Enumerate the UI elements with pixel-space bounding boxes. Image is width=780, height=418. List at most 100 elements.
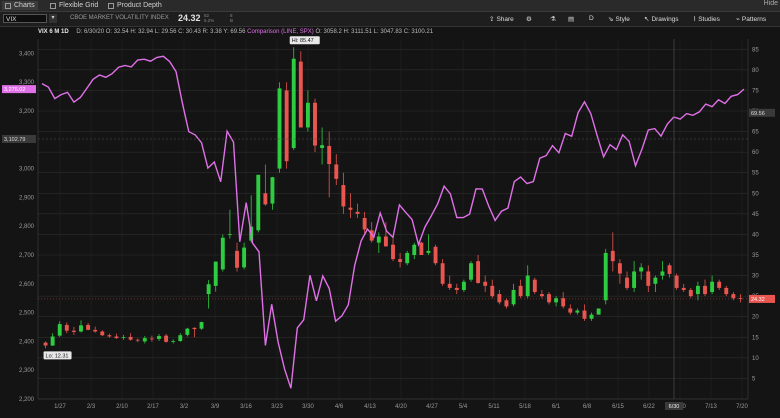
tab-product-depth-label: Product Depth <box>117 2 162 9</box>
drawings-button[interactable]: ↖ Drawings <box>644 15 679 24</box>
comparison-label: Comparison (LINE, SPX) <box>247 29 314 35</box>
x-axis-tick: 6/1 <box>552 404 561 410</box>
bid-label: B <box>230 18 234 23</box>
chart-area[interactable]: 8580757065605550454035302520151053,4003,… <box>0 27 780 413</box>
style-button[interactable]: ⇘ Style <box>608 15 630 24</box>
candle-body <box>589 314 594 319</box>
candle-body <box>447 283 452 288</box>
hide-button[interactable]: Hide <box>764 0 778 7</box>
candle-body <box>646 271 651 286</box>
candle-body <box>568 308 573 313</box>
candle-body <box>632 271 637 288</box>
candle-body <box>476 261 481 283</box>
chart-svg[interactable]: 8580757065605550454035302520151053,4003,… <box>0 27 780 413</box>
left-axis-tick: 3,000 <box>19 167 35 173</box>
x-axis-tick: 3/23 <box>271 404 283 410</box>
candle-body <box>71 330 76 332</box>
left-axis-tick: 2,600 <box>19 282 35 288</box>
share-button[interactable]: ⇪ Share <box>489 15 514 24</box>
style-icon: ⇘ <box>608 16 614 23</box>
candle-body <box>57 324 62 336</box>
studies-button[interactable]: ⌇ Studies <box>693 15 720 24</box>
candle-body <box>440 263 445 284</box>
candle-body <box>731 294 736 299</box>
candle-body <box>575 310 580 313</box>
candle-body <box>93 329 98 332</box>
right-axis-tick: 45 <box>752 212 759 218</box>
candle-body <box>376 236 381 243</box>
candle-body <box>305 102 310 128</box>
right-axis-tick: 85 <box>752 47 759 53</box>
left-axis-tick: 3,200 <box>19 109 35 115</box>
candle-body <box>270 177 275 204</box>
left-axis-tick: 2,700 <box>19 253 35 259</box>
x-axis-tick: 2/17 <box>147 404 159 410</box>
patterns-button[interactable]: ⌁ Patterns <box>736 15 766 24</box>
left-axis-tick: 2,800 <box>19 224 35 230</box>
header-date: D: 6/30/20 <box>76 29 105 35</box>
x-axis-tick: 6/8 <box>583 404 592 410</box>
aggregation-button[interactable]: D <box>589 15 594 22</box>
candle-body <box>213 261 218 286</box>
chart-toolbar: VIX ▾ CBOE MARKET VOLATILITY INDEX 24.32… <box>0 12 780 27</box>
candle-body <box>639 267 644 272</box>
tab-flexible-grid[interactable]: Flexible Grid <box>50 1 98 10</box>
left-axis-tick: 2,900 <box>19 195 35 201</box>
candle-body <box>461 281 466 290</box>
studies-flask-button[interactable]: ⚗ <box>550 15 556 23</box>
share-icon: ⇪ <box>489 16 495 23</box>
tab-charts[interactable]: Charts <box>2 1 38 10</box>
candle-body <box>178 335 183 341</box>
x-axis-tick: 3/9 <box>211 404 220 410</box>
candle-body <box>157 336 161 339</box>
right-axis-tick: 65 <box>752 130 759 136</box>
left-cursor-label: 3,102.79 <box>4 137 25 143</box>
x-axis-tick: 4/13 <box>364 404 376 410</box>
right-axis-tick: 75 <box>752 88 759 94</box>
x-axis-tick: 6/15 <box>612 404 624 410</box>
x-axis-tick: 2/3 <box>87 404 96 410</box>
candle-body <box>298 61 303 128</box>
candle-body <box>86 324 91 330</box>
candle-body <box>483 281 488 286</box>
candle-body <box>362 217 367 230</box>
candle-body <box>653 277 658 284</box>
candle-body <box>291 58 296 149</box>
print-button[interactable]: ▤ <box>568 15 574 23</box>
x-axis-tick: 4/6 <box>335 404 344 410</box>
x-axis-tick: 3/30 <box>302 404 314 410</box>
last-price-label: 24.32 <box>751 297 765 303</box>
candle-body <box>79 325 83 332</box>
x-axis-tick: 3/16 <box>240 404 252 410</box>
symbol-input[interactable]: VIX <box>3 14 47 23</box>
candle-body <box>603 252 608 301</box>
candle-body <box>398 259 403 262</box>
candle-body <box>695 285 700 295</box>
candle-body <box>625 277 629 288</box>
patterns-icon: ⌁ <box>736 16 740 23</box>
candle-body <box>511 289 516 305</box>
candle-body <box>688 289 693 297</box>
right-cursor-label: 69.56 <box>751 111 765 117</box>
candle-body <box>171 340 176 342</box>
settings-button[interactable]: ⚙ <box>526 15 532 23</box>
candle-body <box>610 250 615 262</box>
x-axis-tick: 1/27 <box>54 404 66 410</box>
candle-body <box>539 294 544 297</box>
candle-body <box>107 335 112 337</box>
candle-body <box>220 237 225 270</box>
symbol-dropdown-button[interactable]: ▾ <box>49 14 57 23</box>
candle-body <box>284 90 289 162</box>
left-axis-tick: 2,200 <box>19 397 35 403</box>
x-axis-tick: 7/20 <box>736 404 748 410</box>
candle-body <box>582 310 587 319</box>
x-axis-tick: 5/18 <box>519 404 531 410</box>
candle-body <box>454 287 459 290</box>
tab-product-depth[interactable]: Product Depth <box>108 1 162 10</box>
drawings-label: Drawings <box>651 15 679 23</box>
chart-header: VIX 6 M 1D D: 6/30/20 O: 32.54 H: 32.94 … <box>38 29 433 35</box>
comparison-low: L: 3047.83 <box>373 29 403 35</box>
header-range: R: 3.38 <box>202 29 222 35</box>
candle-body <box>341 185 346 207</box>
print-icon: ▤ <box>568 16 575 23</box>
